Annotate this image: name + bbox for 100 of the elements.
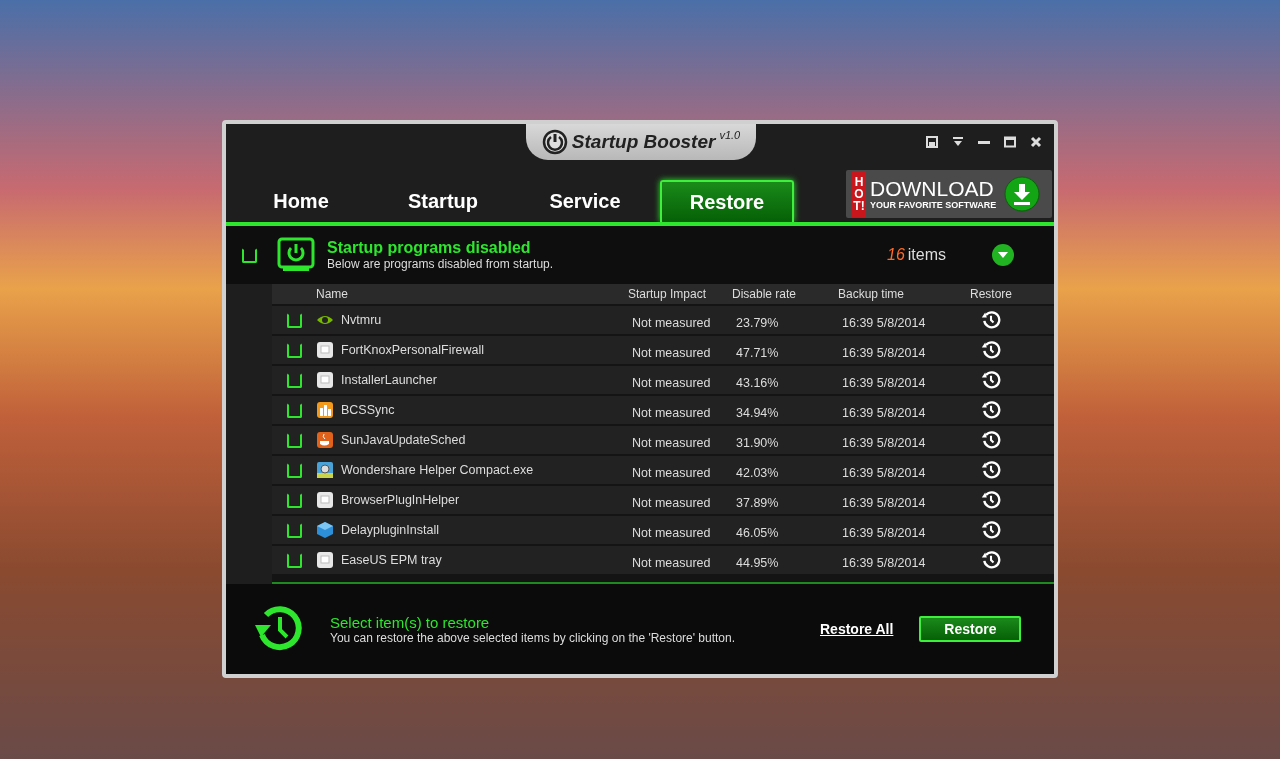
program-name: DelaypluginInstall bbox=[341, 523, 439, 537]
table-row[interactable]: DelaypluginInstall Not measured 46.05% 16:39 5/8/2014 bbox=[272, 516, 1054, 544]
table-cell-text: 46.05% bbox=[735, 525, 780, 540]
footer-text: You can restore the above selected items by clicking on the 'Restore' button. bbox=[330, 630, 737, 645]
program-name: Nvtmru bbox=[341, 313, 382, 327]
restore-icon[interactable] bbox=[981, 340, 1001, 360]
footer-title: Select item(s) to restore bbox=[330, 613, 491, 631]
table-cell-text: 23.79% bbox=[735, 315, 780, 330]
table-cell-text: 16:39 5/8/2014 bbox=[841, 555, 927, 570]
section-title: Startup programs disabled bbox=[327, 239, 532, 257]
checkbox[interactable] bbox=[286, 432, 302, 448]
restore-icon[interactable] bbox=[981, 370, 1001, 390]
app-icon bbox=[316, 551, 334, 569]
table-row[interactable]: BCSSync Not measured 34.94% 16:39 5/8/2014 bbox=[272, 396, 1054, 424]
table-cell-text: 16:39 5/8/2014 bbox=[841, 405, 927, 420]
checkbox[interactable] bbox=[286, 552, 302, 568]
restore-icon[interactable] bbox=[981, 400, 1001, 420]
restore-button[interactable]: Restore bbox=[919, 616, 1022, 642]
tab[interactable]: Service bbox=[518, 180, 652, 222]
download-icon bbox=[1004, 176, 1041, 212]
table-row[interactable]: InstallerLauncher Not measured 43.16% 16:39 5/8/2014 bbox=[272, 366, 1054, 394]
table-cell-text: Not measured bbox=[631, 495, 712, 510]
item-count: 16 bbox=[887, 246, 905, 263]
tab[interactable]: Startup bbox=[376, 180, 510, 222]
camera-icon bbox=[316, 461, 334, 479]
table-cell-text: Not measured bbox=[631, 375, 712, 390]
column-header: Name bbox=[316, 287, 349, 301]
table-cell-text: 31.90% bbox=[735, 435, 780, 450]
table-cell-text: 16:39 5/8/2014 bbox=[841, 315, 927, 330]
table-cell-text: 16:39 5/8/2014 bbox=[841, 345, 927, 360]
table-cell-text: 44.95% bbox=[735, 555, 780, 570]
table-cell-text: 16:39 5/8/2014 bbox=[841, 495, 927, 510]
table-row[interactable]: SunJavaUpdateSched Not measured 31.90% 16:39 5/8/2014 bbox=[272, 426, 1054, 454]
table-cell-text: Not measured bbox=[631, 435, 712, 450]
hot-ribbon: HOT! bbox=[852, 171, 866, 217]
table-cell-text: Not measured bbox=[631, 525, 712, 540]
table-cell-text: Not measured bbox=[631, 405, 712, 420]
table-cell-text: Not measured bbox=[631, 465, 712, 480]
table-cell-text: 16:39 5/8/2014 bbox=[841, 375, 927, 390]
monitor-power-icon bbox=[277, 237, 315, 273]
restore-icon[interactable] bbox=[981, 310, 1001, 330]
table-cell-text: 47.71% bbox=[735, 345, 780, 360]
column-header: Backup time bbox=[838, 287, 906, 301]
restore-icon[interactable] bbox=[981, 490, 1001, 510]
checkbox[interactable] bbox=[286, 342, 302, 358]
program-name: EaseUS EPM tray bbox=[341, 553, 442, 567]
column-header: Restore bbox=[969, 287, 1013, 301]
table-row[interactable]: BrowserPlugInHelper Not measured 37.89% 16:39 5/8/2014 bbox=[272, 486, 1054, 514]
table-cell-text: 16:39 5/8/2014 bbox=[841, 525, 927, 540]
items-label: items bbox=[907, 246, 947, 263]
column-header: Startup Impact bbox=[628, 287, 708, 301]
section-subtitle: Below are programs disabled from startup. bbox=[327, 257, 555, 271]
program-name: FortKnoxPersonalFirewall bbox=[341, 343, 485, 357]
banner-title: DOWNLOAD bbox=[870, 178, 995, 200]
coffee-cup-icon bbox=[316, 431, 334, 449]
tab[interactable]: Home bbox=[234, 180, 368, 222]
power-icon bbox=[541, 129, 568, 155]
table-cell-text: Not measured bbox=[631, 315, 712, 330]
checkbox[interactable] bbox=[286, 522, 302, 538]
restore-icon[interactable] bbox=[981, 520, 1001, 540]
restore-icon[interactable] bbox=[981, 460, 1001, 480]
program-name: Wondershare Helper Compact.exe bbox=[341, 463, 534, 477]
dropdown-icon[interactable] bbox=[952, 136, 964, 148]
restore-all-link[interactable]: Restore All bbox=[820, 621, 894, 637]
program-name: BrowserPlugInHelper bbox=[341, 493, 460, 507]
window-icon[interactable] bbox=[926, 136, 938, 148]
program-name: InstallerLauncher bbox=[341, 373, 437, 387]
version-label: v1.0 bbox=[719, 129, 741, 141]
table-row[interactable]: Wondershare Helper Compact.exe Not measured 42.03% 16:39 5/8/2014 bbox=[272, 456, 1054, 484]
tab[interactable]: Restore bbox=[660, 180, 794, 222]
banner-subtitle: YOUR FAVORITE SOFTWARE bbox=[870, 200, 997, 210]
restore-icon[interactable] bbox=[981, 550, 1001, 570]
app-icon bbox=[316, 491, 334, 509]
table-cell-text: 34.94% bbox=[735, 405, 780, 420]
program-name: SunJavaUpdateSched bbox=[341, 433, 466, 447]
table-cell-text: 37.89% bbox=[735, 495, 780, 510]
table-cell-text: Not measured bbox=[631, 555, 712, 570]
app-icon bbox=[316, 341, 334, 359]
table-cell-text: 16:39 5/8/2014 bbox=[841, 435, 927, 450]
expand-icon[interactable] bbox=[991, 243, 1015, 267]
column-header: Disable rate bbox=[732, 287, 798, 301]
table-cell-text: 16:39 5/8/2014 bbox=[841, 465, 927, 480]
restore-icon[interactable] bbox=[981, 430, 1001, 450]
table-row[interactable]: Nvtmru Not measured 23.79% 16:39 5/8/2014 bbox=[272, 306, 1054, 334]
checkbox[interactable] bbox=[242, 247, 257, 263]
program-name: BCSSync bbox=[341, 403, 395, 417]
close-icon[interactable] bbox=[1030, 136, 1042, 148]
table-row[interactable]: FortKnoxPersonalFirewall Not measured 47.71% 16:39 5/8/2014 bbox=[272, 336, 1054, 364]
maximize-icon[interactable] bbox=[1004, 136, 1016, 148]
bars-icon bbox=[316, 401, 334, 419]
table-row[interactable]: EaseUS EPM tray Not measured 44.95% 16:39 5/8/2014 bbox=[272, 546, 1054, 574]
app-icon bbox=[316, 371, 334, 389]
checkbox[interactable] bbox=[286, 462, 302, 478]
table-cell-text: 42.03% bbox=[735, 465, 780, 480]
checkbox[interactable] bbox=[286, 492, 302, 508]
checkbox[interactable] bbox=[286, 402, 302, 418]
checkbox[interactable] bbox=[286, 312, 302, 328]
checkbox[interactable] bbox=[286, 372, 302, 388]
window-title: Startup Booster bbox=[571, 131, 716, 153]
table-cell-text: 43.16% bbox=[735, 375, 780, 390]
